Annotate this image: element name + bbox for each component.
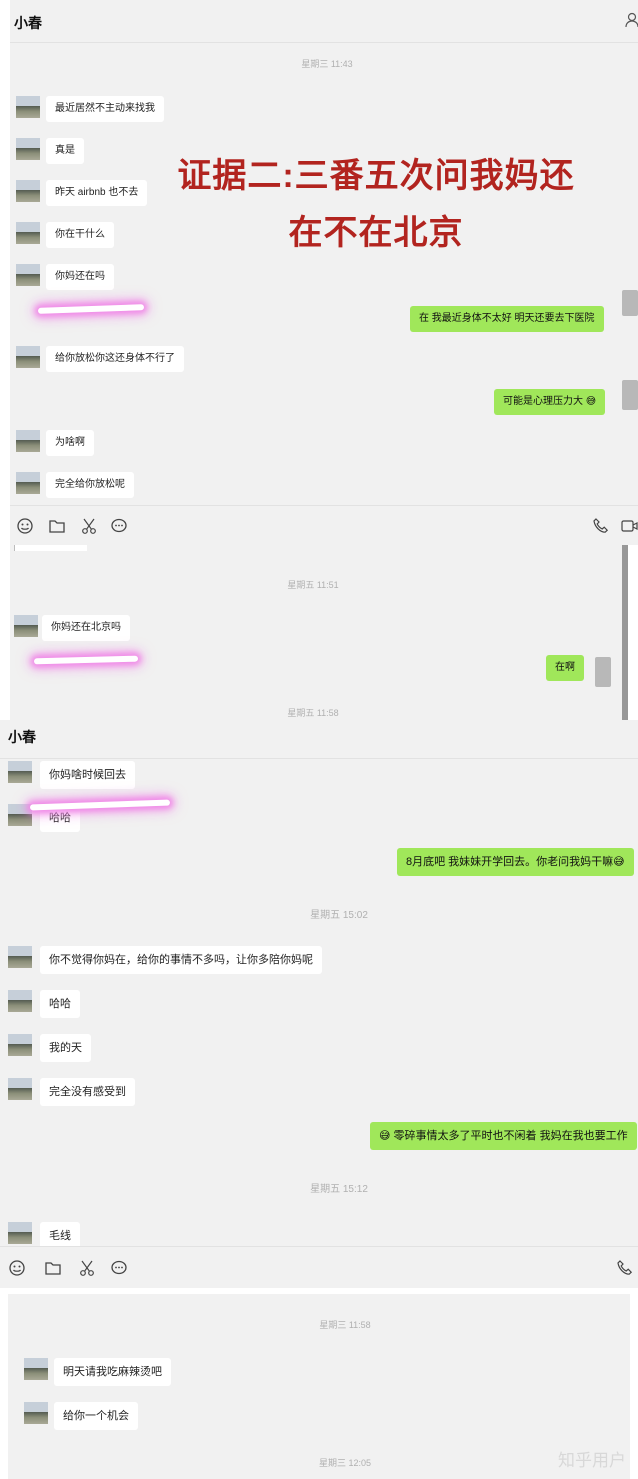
avatar[interactable] bbox=[8, 990, 32, 1012]
avatar[interactable] bbox=[16, 472, 40, 494]
message-bubble: 真是 bbox=[46, 138, 84, 164]
avatar[interactable] bbox=[8, 804, 32, 826]
contact-icon[interactable] bbox=[624, 12, 638, 28]
redaction-block bbox=[595, 657, 611, 687]
video-icon[interactable] bbox=[620, 517, 638, 535]
message-bubble-mine: 在 我最近身体不太好 明天还要去下医院 bbox=[410, 306, 604, 332]
folder-icon[interactable] bbox=[48, 517, 66, 535]
evidence-caption-line1: 证据二:三番五次问我妈还 bbox=[177, 157, 575, 195]
avatar[interactable] bbox=[16, 96, 40, 118]
timestamp: 星期三 11:43 bbox=[301, 59, 353, 69]
redaction-scribble bbox=[33, 655, 139, 665]
avatar[interactable] bbox=[8, 1078, 32, 1100]
message-bubble-mine: 可能是心理压力大 😅 bbox=[494, 389, 606, 415]
phone-icon[interactable] bbox=[616, 1259, 634, 1277]
avatar[interactable] bbox=[16, 180, 40, 202]
message-bubble: 哈哈 bbox=[40, 990, 80, 1018]
timestamp: 星期五 15:02 bbox=[310, 910, 368, 921]
message-bubble-mine: 8月底吧 我妹妹开学回去。你老问我妈干嘛😅 bbox=[397, 848, 634, 876]
chat-panel-1: 小春 星期三 11:43 最近居然不主动来找我 真是 昨天 airbnb 也不去… bbox=[10, 0, 638, 545]
message-bubble: 我的天 bbox=[40, 1034, 91, 1062]
timestamp: 星期五 15:12 bbox=[310, 1184, 368, 1195]
avatar[interactable] bbox=[16, 264, 40, 286]
timestamp: 星期三 12:05 bbox=[318, 1458, 372, 1468]
message-bubble: 你妈还在北京吗 bbox=[42, 615, 130, 641]
chat-icon[interactable] bbox=[110, 517, 128, 535]
avatar[interactable] bbox=[8, 761, 32, 783]
chat-header: 小春 bbox=[0, 720, 638, 759]
message-bubble-mine: 在啊 bbox=[546, 655, 584, 681]
evidence-caption-line2: 在不在北京 bbox=[288, 214, 464, 252]
message-bubble: 你在干什么 bbox=[46, 222, 114, 248]
message-bubble: 给你一个机会 bbox=[54, 1402, 138, 1430]
avatar[interactable] bbox=[16, 222, 40, 244]
redaction-scribble bbox=[29, 799, 171, 811]
contact-name: 小春 bbox=[8, 729, 36, 745]
message-bubble: 为啥啊 bbox=[46, 430, 94, 456]
redaction-scribble bbox=[37, 304, 145, 314]
chat-panel-4: 星期三 11:58 明天请我吃麻辣烫吧 给你一个机会 星期三 12:05 bbox=[8, 1294, 630, 1479]
avatar[interactable] bbox=[8, 1034, 32, 1056]
cut-bubble-fragment bbox=[14, 545, 87, 551]
avatar[interactable] bbox=[16, 138, 40, 160]
avatar[interactable] bbox=[24, 1402, 48, 1424]
scissors-icon[interactable] bbox=[80, 517, 98, 535]
evidence-caption: 证据二:三番五次问我妈还 在不在北京 bbox=[116, 148, 636, 254]
chat-icon[interactable] bbox=[110, 1259, 128, 1277]
message-bubble: 完全没有感受到 bbox=[40, 1078, 135, 1106]
phone-icon[interactable] bbox=[592, 517, 610, 535]
chat-header: 小春 bbox=[10, 0, 638, 43]
message-bubble: 最近居然不主动来找我 bbox=[46, 96, 164, 122]
folder-icon[interactable] bbox=[44, 1259, 62, 1277]
avatar[interactable] bbox=[8, 946, 32, 968]
timestamp: 星期五 11:51 bbox=[287, 580, 339, 590]
chat-panel-3: 小春 你妈啥时候回去 哈哈 8月底吧 我妹妹开学回去。你老问我妈干嘛😅 星期五 … bbox=[0, 720, 638, 1288]
avatar[interactable] bbox=[16, 430, 40, 452]
timestamp: 星期五 11:58 bbox=[287, 708, 339, 718]
avatar[interactable] bbox=[8, 1222, 32, 1244]
avatar[interactable] bbox=[16, 346, 40, 368]
message-bubble: 明天请我吃麻辣烫吧 bbox=[54, 1358, 171, 1386]
scrollbar[interactable] bbox=[622, 545, 628, 720]
redaction-block bbox=[622, 290, 638, 316]
emoji-icon[interactable] bbox=[8, 1259, 26, 1277]
timestamp: 星期三 11:58 bbox=[319, 1320, 371, 1330]
avatar[interactable] bbox=[14, 615, 38, 637]
message-bubble: 给你放松你这还身体不行了 bbox=[46, 346, 184, 372]
input-toolbar bbox=[0, 1246, 638, 1288]
scissors-icon[interactable] bbox=[78, 1259, 96, 1277]
message-bubble-mine: 😅 零碎事情太多了平时也不闲着 我妈在我也要工作 bbox=[370, 1122, 637, 1150]
message-bubble: 完全给你放松呢 bbox=[46, 472, 134, 498]
chat-panel-2: 星期五 11:51 你妈还在北京吗 在啊 星期五 11:58 bbox=[10, 545, 628, 720]
message-bubble: 你不觉得你妈在，给你的事情不多吗，让你多陪你妈呢 bbox=[40, 946, 322, 974]
avatar[interactable] bbox=[24, 1358, 48, 1380]
message-bubble: 你妈还在吗 bbox=[46, 264, 114, 290]
message-bubble: 你妈啥时候回去 bbox=[40, 761, 135, 789]
emoji-icon[interactable] bbox=[16, 517, 34, 535]
watermark: 知乎用户 bbox=[558, 1451, 626, 1470]
input-toolbar bbox=[10, 505, 638, 545]
redaction-block bbox=[622, 380, 638, 410]
contact-name: 小春 bbox=[14, 15, 42, 31]
